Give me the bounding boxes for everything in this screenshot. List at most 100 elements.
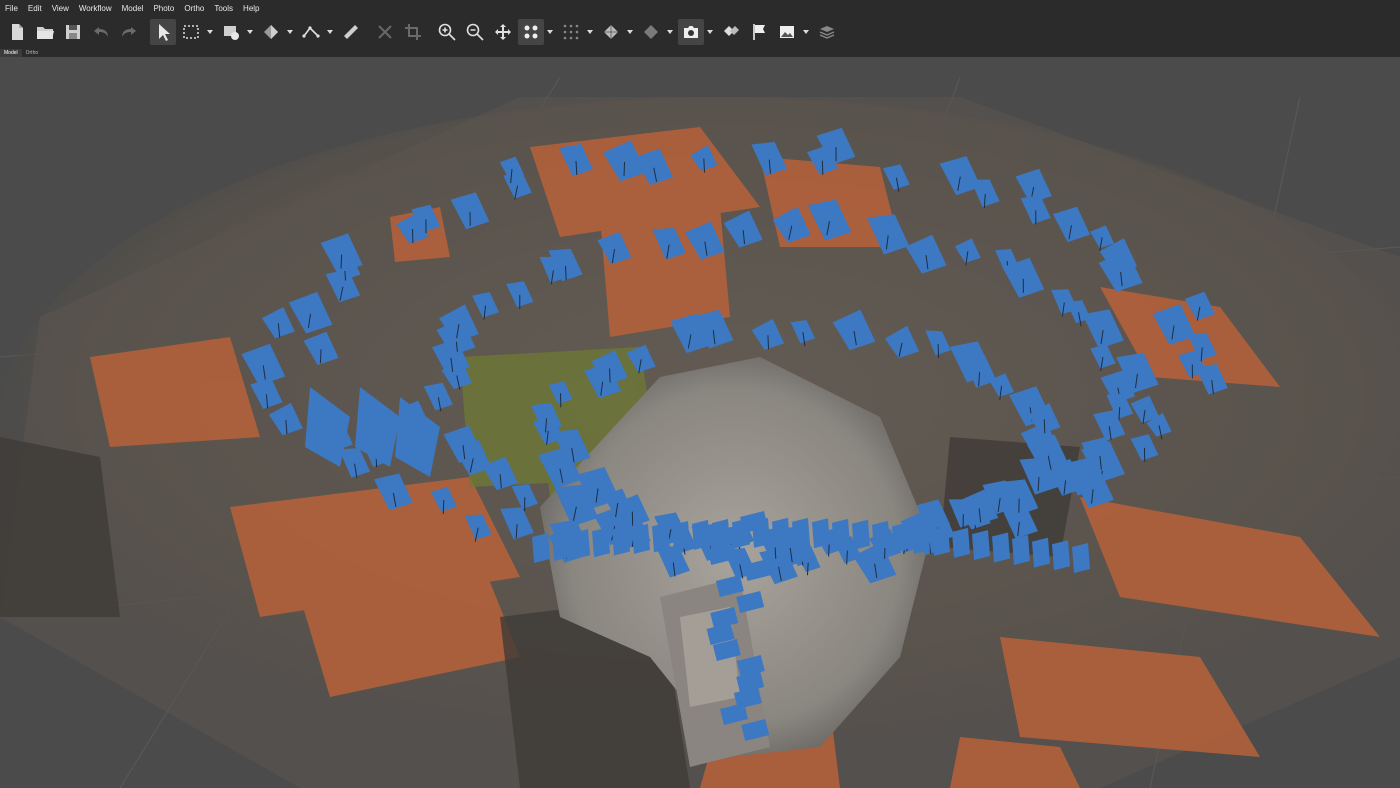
camera-plane — [792, 517, 810, 548]
camera-plane — [752, 517, 770, 548]
camera-axis — [609, 368, 611, 383]
navigation-button[interactable] — [150, 19, 176, 45]
shape-draw-icon — [224, 26, 239, 40]
camera-plane — [852, 519, 870, 550]
camera-plane — [672, 521, 690, 552]
chevron-down-icon — [287, 30, 293, 34]
camera-plane — [532, 533, 550, 563]
rectangle-selection-icon — [183, 25, 199, 39]
show-markers-button[interactable] — [718, 19, 744, 45]
ruler-polyline-dropdown[interactable] — [326, 19, 334, 45]
camera-axis — [340, 254, 343, 269]
chevron-down-icon — [327, 30, 333, 34]
menu-edit[interactable]: Edit — [23, 4, 47, 13]
show-flags-button[interactable] — [746, 19, 772, 45]
point-cloud-dropdown[interactable] — [546, 19, 554, 45]
camera-axis — [319, 349, 322, 364]
markers-icon — [724, 26, 739, 36]
ruler-polyline-button[interactable] — [298, 19, 324, 45]
undo-icon — [94, 27, 108, 37]
point-cloud-button[interactable] — [518, 19, 544, 45]
menu-tools[interactable]: Tools — [209, 4, 238, 13]
open-button[interactable] — [32, 19, 58, 45]
zoom-in-button[interactable] — [434, 19, 460, 45]
transform-object-icon — [264, 25, 278, 39]
chevron-down-icon — [207, 30, 213, 34]
move-object-button[interactable] — [490, 19, 516, 45]
move-object-icon — [495, 24, 511, 40]
camera-plane — [1052, 540, 1070, 571]
menu-view[interactable]: View — [47, 4, 74, 13]
show-images-button[interactable] — [774, 19, 800, 45]
layers-button[interactable] — [814, 19, 840, 45]
delete-selection-button[interactable] — [372, 19, 398, 45]
menu-ortho[interactable]: Ortho — [179, 4, 209, 13]
zoom-in-icon — [438, 23, 456, 41]
show-images-dropdown[interactable] — [802, 19, 810, 45]
crop-selection-button[interactable] — [400, 19, 426, 45]
camera-axis — [767, 335, 770, 350]
chevron-down-icon — [587, 30, 593, 34]
show-cameras-dropdown[interactable] — [706, 19, 714, 45]
undo-button[interactable] — [88, 19, 114, 45]
menu-file[interactable]: File — [0, 4, 23, 13]
chevron-down-icon — [247, 30, 253, 34]
mesh-model-icon — [604, 25, 618, 39]
mesh-model-dropdown[interactable] — [626, 19, 634, 45]
tab-model[interactable]: Model — [0, 49, 22, 57]
rectangle-selection-button[interactable] — [178, 19, 204, 45]
draw-shape-dropdown[interactable] — [246, 19, 254, 45]
dense-cloud-button[interactable] — [558, 19, 584, 45]
flag-icon — [753, 24, 765, 40]
transform-object-dropdown[interactable] — [286, 19, 294, 45]
camera-axis — [623, 161, 626, 176]
new-document-icon — [12, 24, 23, 40]
dense-cloud-dropdown[interactable] — [586, 19, 594, 45]
save-button[interactable] — [60, 19, 86, 45]
new-document-button[interactable] — [4, 19, 30, 45]
solid-model-icon — [644, 25, 658, 39]
redo-icon — [122, 27, 136, 37]
menu-model[interactable]: Model — [117, 4, 149, 13]
rectangle-selection-dropdown[interactable] — [206, 19, 214, 45]
camera-plane — [812, 518, 830, 549]
camera-plane — [832, 518, 850, 549]
show-cameras-button[interactable] — [678, 19, 704, 45]
delete-selection-icon — [378, 25, 392, 39]
menu-help[interactable]: Help — [238, 4, 264, 13]
main-toolbar — [0, 16, 1400, 48]
camera-plane — [692, 519, 710, 550]
camera-plane — [872, 520, 890, 551]
menu-photo[interactable]: Photo — [148, 4, 179, 13]
camera-plane — [892, 522, 910, 553]
navigation-arrow-icon — [159, 24, 170, 41]
redo-button[interactable] — [116, 19, 142, 45]
camera-plane — [772, 517, 790, 548]
camera-axis — [828, 542, 830, 557]
solid-model-button[interactable] — [638, 19, 664, 45]
chevron-down-icon — [627, 30, 633, 34]
camera-axis — [565, 265, 567, 280]
crop-selection-icon — [405, 24, 421, 40]
camera-plane — [972, 530, 990, 561]
point-cloud-icon — [524, 25, 538, 39]
menu-workflow[interactable]: Workflow — [74, 4, 117, 13]
grid-dots-icon — [563, 24, 579, 40]
zoom-out-button[interactable] — [462, 19, 488, 45]
zoom-out-icon — [466, 23, 484, 41]
mesh-model-button[interactable] — [598, 19, 624, 45]
camera-plane — [612, 525, 630, 556]
ruler-polyline-icon — [302, 26, 320, 38]
menu-bar: File Edit View Workflow Model Photo Orth… — [0, 0, 1400, 16]
camera-plane — [912, 523, 930, 554]
solid-model-dropdown[interactable] — [666, 19, 674, 45]
chevron-down-icon — [803, 30, 809, 34]
draw-shape-button[interactable] — [218, 19, 244, 45]
ruler-button[interactable] — [338, 19, 364, 45]
camera-plane — [952, 527, 970, 558]
transform-object-button[interactable] — [258, 19, 284, 45]
camera-axis — [442, 499, 445, 514]
3d-viewport[interactable] — [0, 57, 1400, 788]
tab-ortho[interactable]: Ortho — [22, 49, 43, 57]
image-icon — [780, 26, 794, 38]
